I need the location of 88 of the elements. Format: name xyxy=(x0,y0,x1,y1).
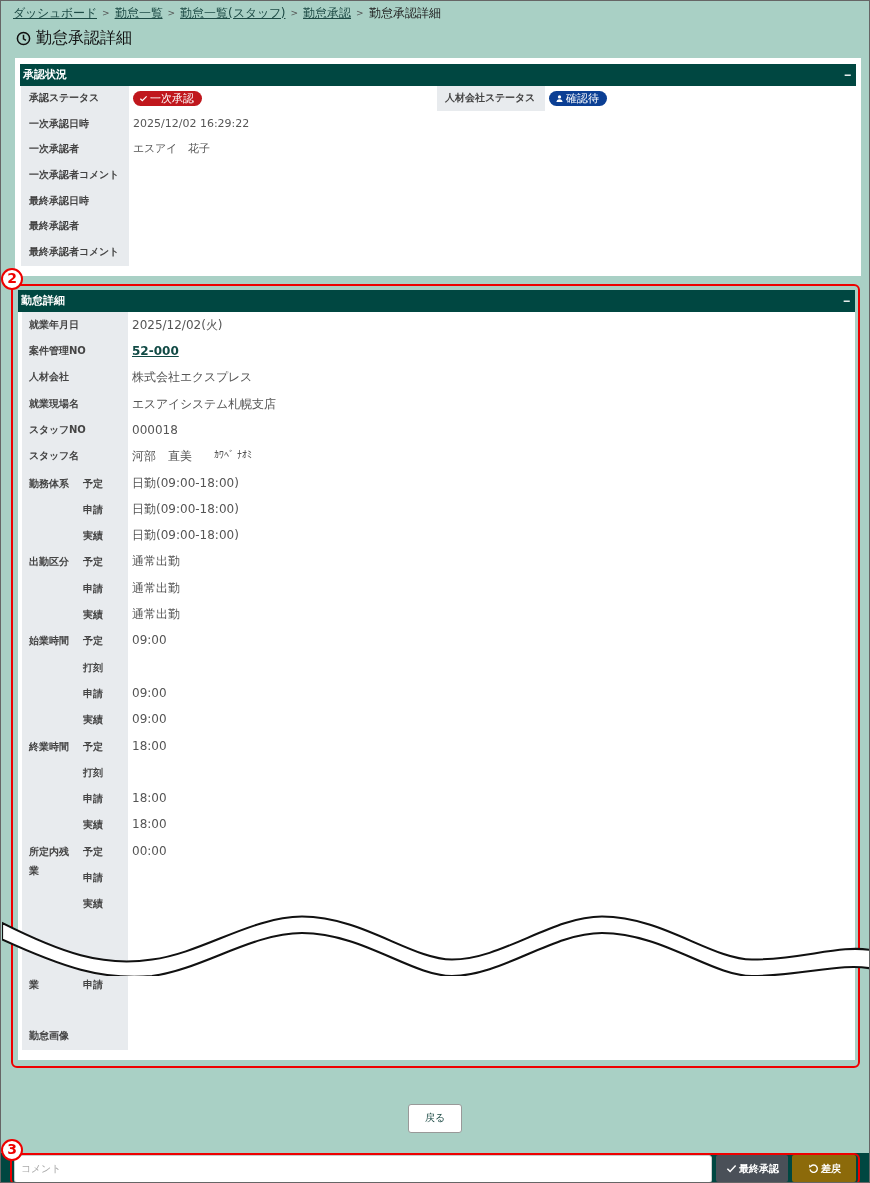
section-title: 承認状況 xyxy=(23,68,67,82)
field-sublabel: 予定 xyxy=(83,556,103,568)
field-sublabel: 申請 xyxy=(83,582,103,594)
field-value: 09:00 xyxy=(132,633,167,650)
status-badge: 確認待 xyxy=(549,91,607,106)
field-label: 一次承認者コメント xyxy=(21,163,129,189)
field-sublabel: 予定 xyxy=(83,740,103,752)
field-sublabel: 予定 xyxy=(83,845,103,857)
comment-field[interactable]: コメント xyxy=(14,1154,712,1182)
field-value: 日勤(09:00-18:00) xyxy=(132,475,239,492)
breadcrumb-separator: > xyxy=(167,7,176,19)
field-label: 勤務体系 xyxy=(29,477,69,489)
field-value: 000018 xyxy=(132,423,178,439)
field-label: 所定内残業 xyxy=(29,845,69,876)
field-value: 18:00 xyxy=(132,791,167,808)
collapse-button[interactable]: − xyxy=(842,68,853,82)
field-label: 最終承認者 xyxy=(21,214,129,241)
field-sublabel: 申請 xyxy=(83,503,103,515)
page-title: 勤怠承認詳細 xyxy=(36,28,132,48)
breadcrumb-link[interactable]: 勤怠一覧(スタッフ) xyxy=(180,5,286,21)
field-value: エスアイシステム札幌支店 xyxy=(132,396,276,413)
field-value: 09:00 xyxy=(132,712,167,729)
undo-icon xyxy=(807,1163,819,1175)
field-value: 通常出勤 xyxy=(132,580,180,597)
callout-number: 2 xyxy=(1,267,23,290)
field-value: 09:00 xyxy=(132,685,167,702)
field-sublabel: 申請 xyxy=(83,872,103,884)
section-title: 勤怠詳細 xyxy=(21,294,65,308)
breadcrumb-link[interactable]: ダッシュボード xyxy=(13,5,97,21)
breadcrumb-link[interactable]: 勤怠一覧 xyxy=(114,5,163,21)
field-sublabel: 実績 xyxy=(83,819,103,831)
field-sublabel: 申請 xyxy=(83,978,103,990)
field-value: 日勤(09:00-18:00) xyxy=(132,501,239,518)
field-value: 日勤(09:00-18:00) xyxy=(132,528,239,545)
callout-number: 3 xyxy=(1,1138,23,1161)
field-label: 人材会社 xyxy=(29,371,69,383)
field-value: エスアイ 花子 xyxy=(133,142,210,156)
field-label: 最終承認日時 xyxy=(21,188,129,215)
check-icon xyxy=(725,1163,737,1175)
field-sublabel: 打刻 xyxy=(83,766,103,778)
field-value: 2025/12/02 16:29:22 xyxy=(133,116,250,130)
field-label: 就業現場名 xyxy=(29,397,79,409)
field-value: 株式会社エクスプレス xyxy=(132,370,252,387)
field-sublabel: 申請 xyxy=(83,793,103,805)
field-label: スタッフNO xyxy=(29,424,86,435)
field-value: 通常出勤 xyxy=(132,607,180,624)
final-approve-button[interactable]: 最終承認 xyxy=(716,1155,788,1182)
field-sublabel: 実績 xyxy=(83,714,103,726)
field-value: 00:00 xyxy=(132,843,167,860)
field-label: 業 xyxy=(29,978,39,990)
field-value: 通常出勤 xyxy=(132,554,180,571)
field-value: 2025/12/02(火) xyxy=(132,317,223,334)
field-label: 出勤区分 xyxy=(29,556,69,568)
field-sublabel: 申請 xyxy=(83,687,103,699)
field-label: 一次承認者 xyxy=(21,137,129,164)
send-back-button[interactable]: 差戻 xyxy=(792,1155,856,1182)
field-sublabel: 打刻 xyxy=(83,661,103,673)
field-value: 18:00 xyxy=(132,738,167,755)
field-label: 案件管理NO xyxy=(29,345,86,357)
status-badge: 一次承認 xyxy=(133,91,202,106)
breadcrumb-current: 勤怠承認詳細 xyxy=(368,5,441,21)
field-sublabel: 予定 xyxy=(83,477,103,489)
field-label: 勤怠画像 xyxy=(29,1030,69,1042)
name-reading: ｶﾜﾍﾞ ﾅｵﾐ xyxy=(214,449,253,463)
case-number-link[interactable]: 52-000 xyxy=(132,344,179,365)
field-label: 最終承認者コメント xyxy=(21,240,129,266)
field-value: 河部 直美 xyxy=(132,449,192,466)
field-sublabel: 実績 xyxy=(83,898,103,910)
field-sublabel: 予定 xyxy=(83,635,103,647)
breadcrumb-link[interactable]: 勤怠承認 xyxy=(303,5,351,21)
field-label: 承認ステータス xyxy=(21,86,129,112)
field-label: 一次承認日時 xyxy=(21,111,129,138)
field-sublabel: 実績 xyxy=(83,530,103,542)
person-icon xyxy=(555,93,564,103)
breadcrumb-separator: > xyxy=(102,7,110,19)
back-button[interactable]: 戻る xyxy=(408,1103,462,1133)
breadcrumb-separator: > xyxy=(290,7,298,19)
clock-icon xyxy=(16,30,31,46)
check-icon xyxy=(139,93,148,103)
field-label: 終業時間 xyxy=(29,740,69,752)
field-sublabel: 実績 xyxy=(83,609,103,621)
field-label: 就業年月日 xyxy=(29,318,79,330)
field-label: スタッフ名 xyxy=(29,450,79,462)
field-label: 人材会社ステータス xyxy=(437,86,545,111)
field-label: 始業時間 xyxy=(29,635,69,647)
field-value: 18:00 xyxy=(132,817,167,834)
breadcrumb-separator: > xyxy=(356,7,364,19)
collapse-button[interactable]: − xyxy=(841,293,852,308)
